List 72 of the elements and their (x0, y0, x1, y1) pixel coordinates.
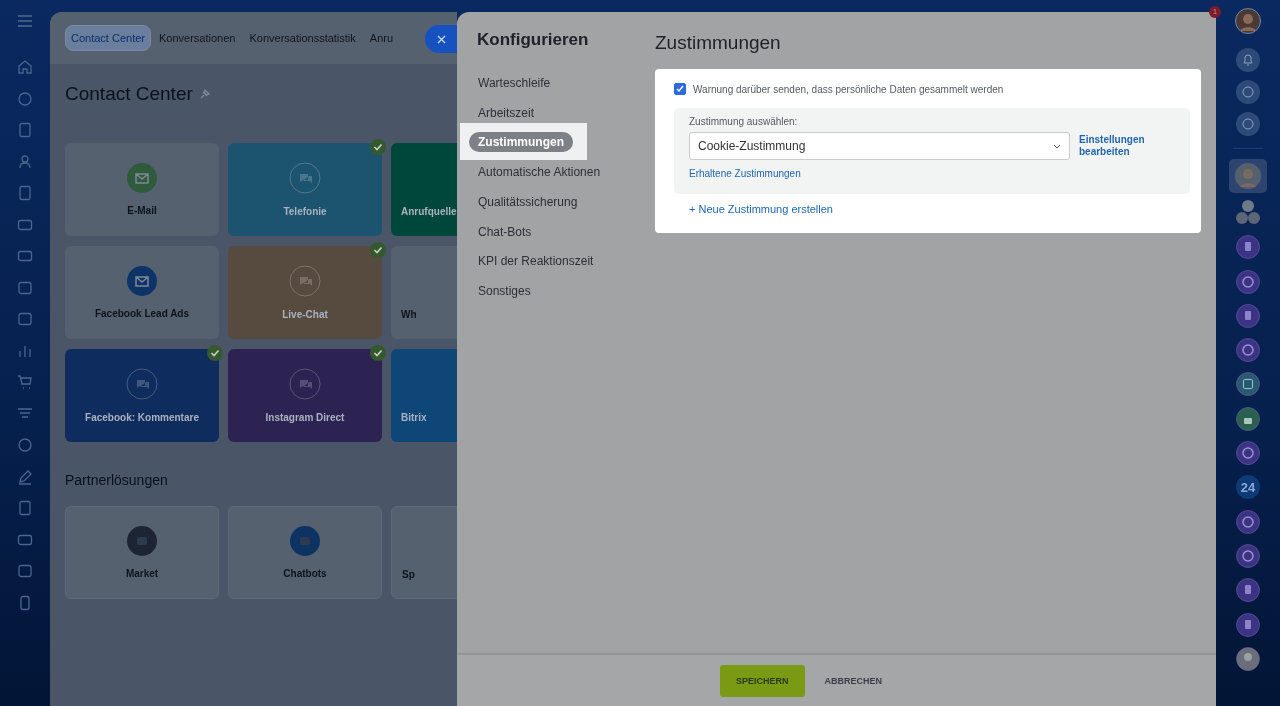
avatar (1235, 163, 1261, 189)
partner-tile[interactable]: Chatbots (228, 506, 382, 599)
menu-item[interactable]: Automatische Aktionen (469, 162, 610, 183)
menu-item[interactable]: KPI der Reaktionszeit (469, 251, 603, 272)
channel-icon (289, 265, 321, 297)
tile-label: Anrufquelle (401, 206, 457, 217)
tab[interactable]: Contact Center (65, 25, 151, 51)
channel-tile[interactable]: Bitrix (391, 349, 457, 442)
channel-icon (126, 368, 158, 400)
tile-label: Sp (402, 569, 415, 580)
channel-icon (127, 266, 157, 296)
bell-icon[interactable] (1236, 48, 1260, 72)
section-title: Zustimmungen (655, 32, 782, 54)
channel-icon (127, 163, 157, 193)
tile-label: Facebook Lead Ads (94, 308, 190, 319)
tile-label: Instagram Direct (265, 412, 345, 423)
menu-item[interactable]: Chat-Bots (469, 221, 541, 242)
menu-item[interactable]: Sonstiges (469, 280, 540, 301)
tile-label: Bitrix (401, 412, 427, 423)
channel-tile[interactable]: E-Mail (65, 143, 219, 236)
tile-label: Facebook: Kommentare (85, 412, 199, 423)
partner-icon (290, 526, 320, 556)
pin-icon[interactable] (198, 88, 210, 100)
tab[interactable]: Konversationsstatistik (243, 25, 362, 51)
channel-tile[interactable]: Facebook Lead Ads (65, 246, 219, 339)
channel-tile[interactable]: Anrufquelle (391, 143, 457, 236)
section-title: Partnerlösungen (65, 472, 169, 488)
tile-label: Telefonie (283, 206, 327, 217)
menu-item[interactable]: Qualitätssicherung (469, 191, 587, 212)
tab[interactable]: Konversationen (153, 25, 242, 51)
people-icon[interactable] (17, 153, 33, 170)
checkbox[interactable] (674, 83, 686, 95)
chat-item[interactable]: 24 (1236, 475, 1260, 500)
cancel-button[interactable]: ABBRECHEN (808, 664, 898, 697)
panel-title: Konfigurieren (476, 30, 590, 50)
menu-item[interactable]: Zustimmungen (469, 131, 573, 152)
tile-label: E-Mail (127, 205, 157, 216)
field-label: Zustimmung auswählen: (689, 116, 799, 127)
circle-icon[interactable] (17, 90, 33, 107)
pen-icon[interactable] (17, 468, 33, 485)
tile-label: Market (125, 568, 159, 579)
create-consent-link[interactable]: + Neue Zustimmung erstellen (689, 203, 833, 215)
checkbox-label: Warnung darüber senden, dass persönliche Daten gesammelt werden (693, 83, 1004, 95)
channel-icon (289, 162, 321, 194)
save-button[interactable]: SPEICHERN (720, 664, 805, 697)
channel-tile[interactable]: Wh (391, 246, 457, 339)
chat-item[interactable] (1229, 159, 1267, 193)
partner-icon (127, 526, 157, 556)
cart-icon[interactable] (17, 374, 33, 390)
menu-item[interactable]: Warteschleife (469, 72, 560, 93)
avatar[interactable] (1235, 8, 1261, 34)
tile-label: Live-Chat (282, 309, 328, 320)
consent-dropdown[interactable]: Cookie-Zustimmung (689, 132, 1070, 160)
partner-tile[interactable]: Market (65, 506, 219, 599)
menu-item[interactable]: Arbeitszeit (469, 102, 544, 123)
tab[interactable]: Anru (363, 25, 400, 51)
menu-icon[interactable] (18, 15, 32, 27)
close-button[interactable] (425, 25, 457, 53)
tile-label: Chatbots (283, 568, 327, 579)
checkbox-icon[interactable] (1236, 372, 1260, 397)
page-title: Contact Center (65, 83, 193, 105)
avatar[interactable] (1236, 646, 1260, 671)
home-icon[interactable] (17, 59, 33, 75)
group-avatar[interactable] (1236, 199, 1260, 225)
chevron-icon (1053, 143, 1061, 149)
close-icon (437, 34, 446, 44)
notification-badge: 1 (1209, 6, 1221, 18)
channel-icon (289, 368, 321, 400)
partner-tile[interactable]: Sp (391, 506, 457, 599)
tile-label: Wh (401, 309, 417, 320)
edit-settings-link[interactable]: Einstellungen bearbeiten (1079, 134, 1159, 158)
received-consents-link[interactable]: Erhaltene Zustimmungen (689, 168, 801, 179)
